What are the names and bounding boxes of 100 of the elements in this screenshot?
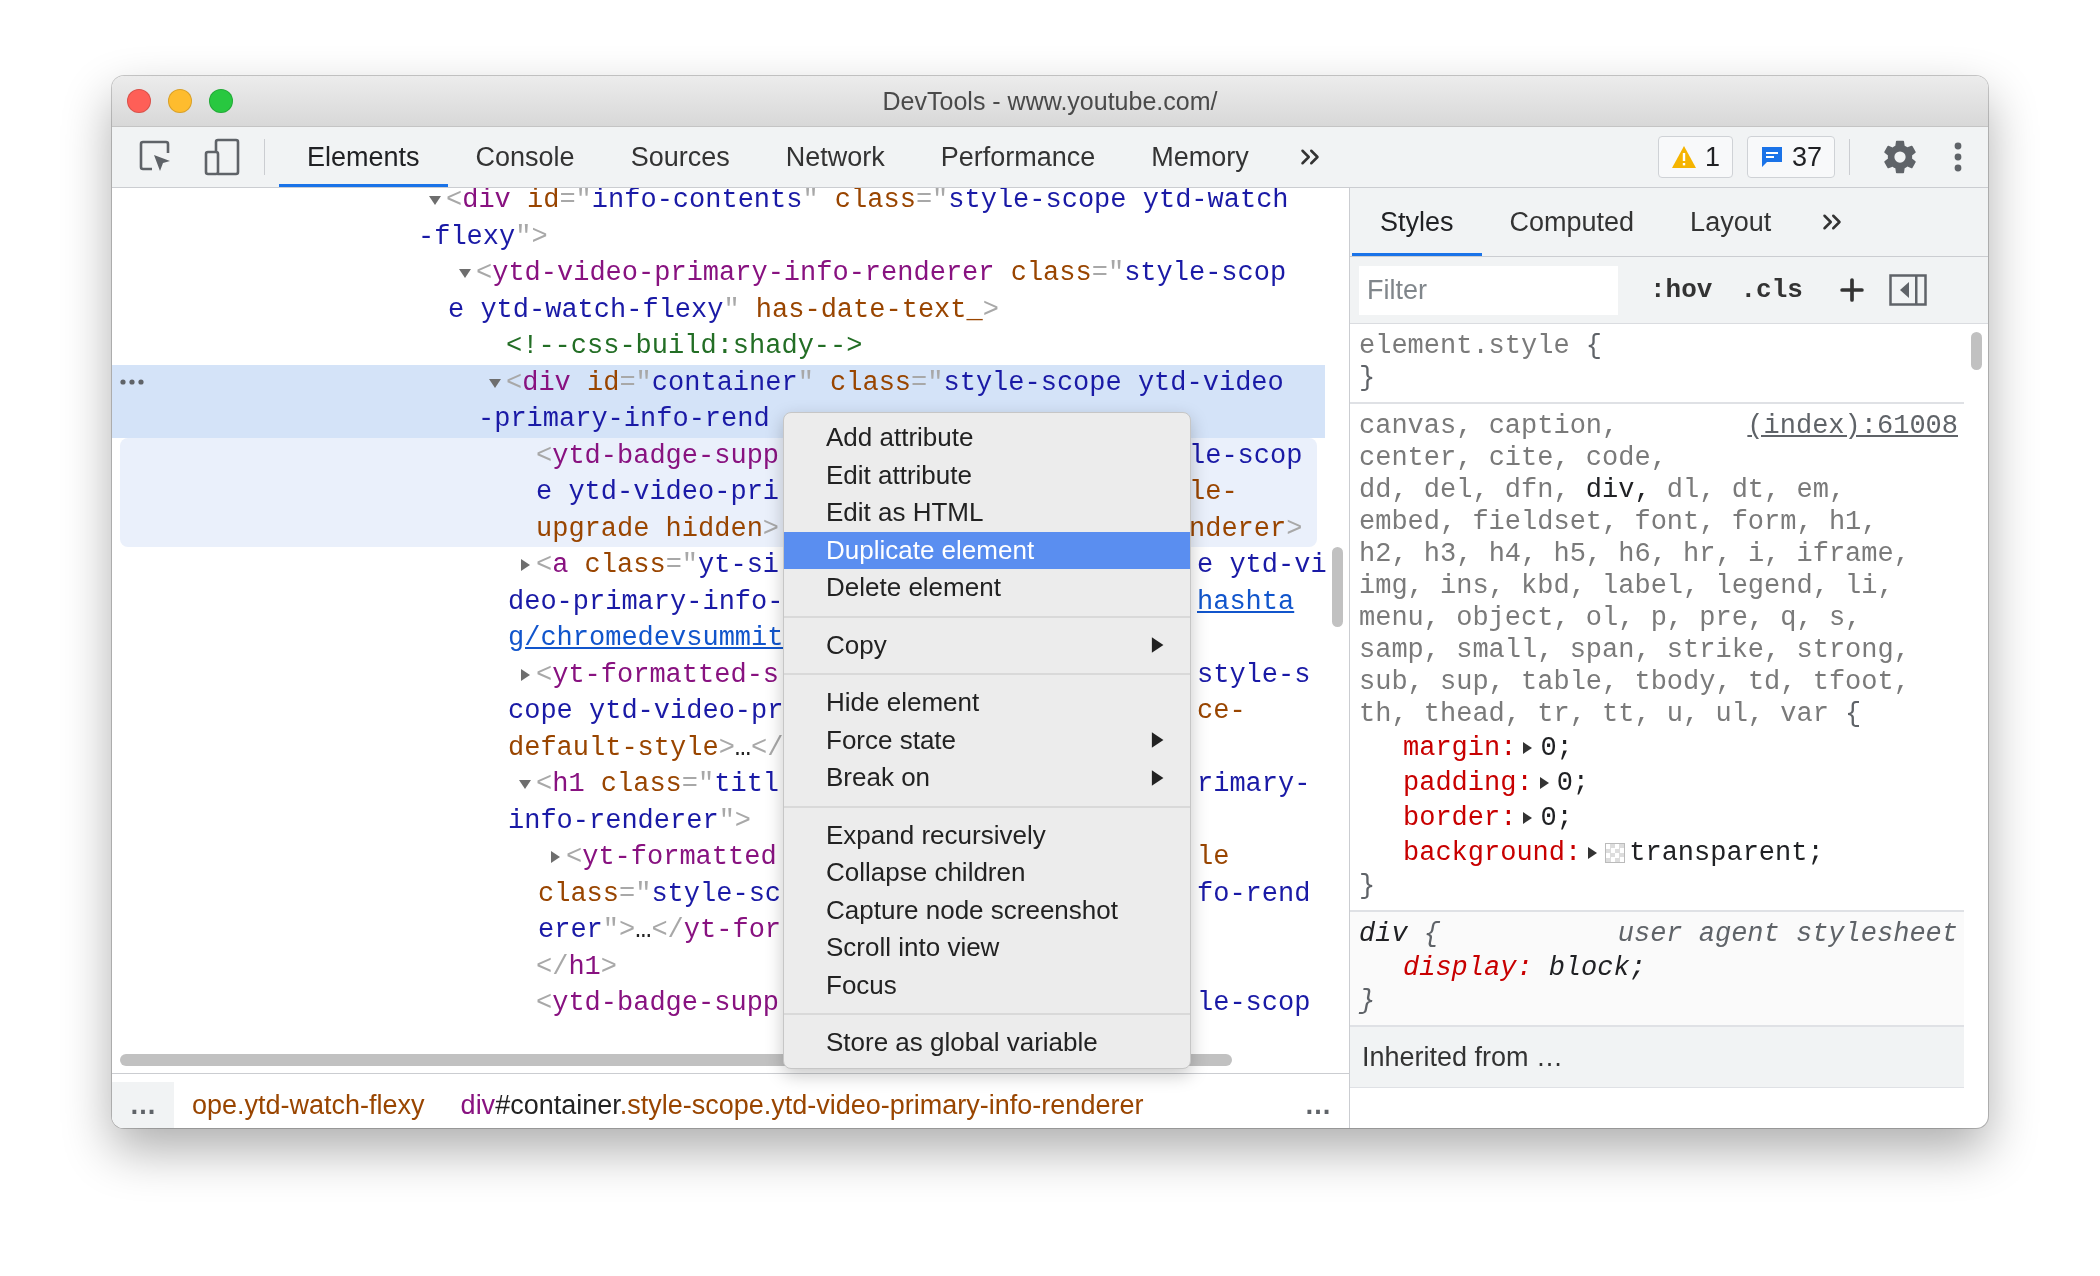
color-swatch[interactable] bbox=[1605, 842, 1626, 863]
menu-item[interactable]: Add attribute bbox=[784, 419, 1190, 457]
source-link[interactable]: (index):61008 bbox=[1747, 410, 1958, 442]
breadcrumb[interactable]: div#container.style-scope.ytd-video-primary-info-renderer bbox=[442, 1089, 1162, 1121]
warnings-counter[interactable]: 1 bbox=[1657, 136, 1733, 178]
code-line: style-s bbox=[1197, 658, 1312, 692]
code-line: le-scop bbox=[1197, 987, 1312, 1020]
property-value: block; bbox=[1548, 952, 1646, 983]
code-line: <ytd-badge-supp bbox=[536, 439, 780, 473]
panel-tab[interactable]: Sources bbox=[602, 127, 758, 187]
warning-icon bbox=[1670, 145, 1697, 169]
closing-brace: } bbox=[1359, 870, 1377, 902]
property-value: 0; bbox=[1540, 732, 1573, 763]
sidebar-tab[interactable]: Computed bbox=[1481, 188, 1663, 256]
menu-item[interactable]: Edit as HTML bbox=[784, 494, 1190, 532]
code-line: deo-primary-info- bbox=[508, 585, 784, 619]
menu-item[interactable]: Focus bbox=[784, 966, 1190, 1004]
code-line: cope ytd-video-pr bbox=[508, 695, 784, 728]
sidebar-tab[interactable]: Layout bbox=[1662, 188, 1800, 256]
sidebar-toggle-icon bbox=[1888, 274, 1927, 306]
devices-icon bbox=[203, 138, 241, 176]
css-selector: h2, h3, h4, h5, h6, hr, i, iframe, bbox=[1359, 538, 1910, 570]
menu-item[interactable]: Break on bbox=[784, 759, 1190, 797]
code-line: info-renderer"> bbox=[508, 804, 752, 838]
css-selector: div { bbox=[1359, 918, 1440, 950]
code-line: </h1> bbox=[536, 950, 617, 984]
code-line: <ytd-video-primary-info-renderer class="style-scop bbox=[476, 257, 1287, 290]
css-selector: canvas, caption, bbox=[1359, 410, 1619, 442]
css-selector: dd, del, dfn, div, dl, dt, em, bbox=[1359, 474, 1846, 506]
code-line: e ytd-video-pri bbox=[536, 476, 780, 509]
panel-tab[interactable]: Elements bbox=[279, 127, 448, 187]
code-line: upgrade hidden> bbox=[536, 512, 780, 546]
scrollbar-thumb[interactable] bbox=[1331, 547, 1343, 627]
code-line: -flexy"> bbox=[418, 220, 548, 254]
css-selector: img, ins, kbd, label, legend, li, bbox=[1359, 570, 1894, 602]
panel-tab[interactable]: Performance bbox=[912, 127, 1124, 187]
code-line: le- bbox=[1189, 476, 1239, 509]
code-line: <div id="container" class="style-scope ytd-video bbox=[506, 366, 1284, 400]
code-line: <h1 class="titl bbox=[536, 768, 780, 801]
code-line: class="style-sc bbox=[538, 877, 782, 911]
code-line: nderer> bbox=[1189, 512, 1304, 546]
property-name: background: bbox=[1403, 837, 1582, 868]
code-line: rimary- bbox=[1197, 768, 1312, 801]
menu-item[interactable]: Delete element bbox=[784, 569, 1190, 607]
more-dots-icon[interactable] bbox=[120, 378, 144, 385]
hover-state-button[interactable]: :hov bbox=[1636, 275, 1727, 305]
panel-tab[interactable]: Network bbox=[757, 127, 913, 187]
code-line: e ytd-vi bbox=[1197, 549, 1325, 582]
breadcrumb-more-button[interactable]: … bbox=[112, 1082, 174, 1128]
css-selector: samp, small, span, strike, strong, bbox=[1359, 634, 1910, 666]
code-line: <a class="yt-si bbox=[536, 549, 780, 582]
panel-tab[interactable]: Console bbox=[447, 127, 603, 187]
filter-field[interactable]: Filter bbox=[1359, 265, 1618, 315]
code-line: le bbox=[1197, 841, 1231, 874]
messages-counter[interactable]: 37 bbox=[1746, 136, 1835, 178]
css-selector: sub, sup, table, tbody, td, tfoot, bbox=[1359, 666, 1910, 698]
property-name: margin: bbox=[1403, 732, 1517, 763]
code-line: erer">…</yt-for bbox=[538, 914, 782, 947]
css-selector: menu, object, ol, p, pre, q, s, bbox=[1359, 602, 1862, 634]
css-selector: th, thead, tr, tt, u, ul, var { bbox=[1359, 698, 1862, 730]
message-icon bbox=[1759, 145, 1784, 169]
closing-brace: } bbox=[1359, 362, 1377, 394]
breadcrumb[interactable]: ope.ytd-watch-flexy bbox=[174, 1089, 443, 1121]
property-value: 0; bbox=[1540, 802, 1573, 833]
menu-item[interactable]: Store as global variable bbox=[784, 1024, 1190, 1062]
property-name: display: bbox=[1403, 952, 1533, 983]
scrollbar-thumb[interactable] bbox=[1970, 332, 1982, 370]
css-selector: embed, fieldset, font, form, h1, bbox=[1359, 506, 1878, 538]
window-title: DevTools - www.youtube.com/ bbox=[882, 86, 1218, 116]
menu-item[interactable]: Scroll into view bbox=[784, 929, 1190, 967]
vertical-dots-icon bbox=[1954, 142, 1962, 172]
code-line: <!--css-build:shady--> bbox=[506, 330, 863, 363]
close-icon[interactable] bbox=[127, 89, 151, 113]
menu-item[interactable]: Expand recursively bbox=[784, 816, 1190, 854]
code-line: ce- bbox=[1197, 695, 1247, 728]
property-value: 0; bbox=[1556, 767, 1590, 798]
code-line: le-scop bbox=[1189, 439, 1304, 473]
code-line: fo-rend bbox=[1197, 877, 1312, 911]
property-name: padding: bbox=[1403, 767, 1533, 798]
stylesheet-note: user agent stylesheet bbox=[1617, 918, 1958, 950]
code-line: hashta bbox=[1197, 585, 1296, 619]
menu-item[interactable]: Capture node screenshot bbox=[784, 891, 1190, 929]
css-selector: element.style { bbox=[1359, 330, 1603, 362]
menu-item[interactable]: Copy bbox=[784, 626, 1190, 664]
inherited-header: Inherited from … bbox=[1350, 1027, 1964, 1088]
class-button[interactable]: .cls bbox=[1726, 275, 1817, 305]
menu-item[interactable]: Hide element bbox=[784, 684, 1190, 722]
code-line: default-style>…</ bbox=[508, 731, 784, 765]
property-name: border: bbox=[1403, 802, 1517, 833]
code-line: <ytd-badge-supp bbox=[536, 987, 780, 1020]
code-line: -primary-info-rend bbox=[478, 403, 770, 436]
closing-brace: } bbox=[1359, 985, 1377, 1017]
menu-item[interactable]: Force state bbox=[784, 721, 1190, 759]
code-line: <yt-formatted bbox=[566, 841, 777, 874]
menu-item[interactable]: Edit attribute bbox=[784, 456, 1190, 494]
menu-item[interactable]: Collapse children bbox=[784, 854, 1190, 892]
property-value: transparent; bbox=[1629, 837, 1824, 868]
code-line: <div id="info-contents" class="style-scope ytd-watch bbox=[446, 188, 1289, 217]
code-line: g/chromedevsummit bbox=[508, 622, 784, 655]
panel-tab[interactable]: Memory bbox=[1123, 127, 1277, 187]
